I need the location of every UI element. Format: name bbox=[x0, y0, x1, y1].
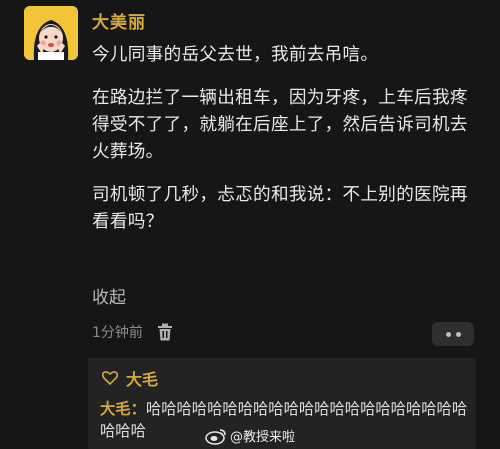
avatar[interactable] bbox=[24, 6, 78, 60]
post-meta: 1分钟前 bbox=[92, 322, 173, 342]
reply-header: 大毛 bbox=[102, 366, 158, 390]
trash-icon[interactable] bbox=[157, 323, 173, 341]
collapse-button[interactable]: 收起 bbox=[92, 283, 126, 308]
post-content: 今儿同事的岳父去世，我前去吊唁。 在路边拦了一辆出租车，因为牙疼，上车后我疼得受… bbox=[92, 42, 484, 252]
post-author-name[interactable]: 大美丽 bbox=[92, 8, 146, 33]
post-timestamp: 1分钟前 bbox=[92, 325, 143, 341]
post-paragraph: 今儿同事的岳父去世，我前去吊唁。 bbox=[92, 45, 379, 65]
reply-author[interactable]: 大毛： bbox=[100, 400, 146, 418]
watermark-text: @教授来啦 bbox=[230, 430, 296, 445]
post-paragraph: 在路边拦了一辆出租车，因为牙疼，上车后我疼得受不了了，就躺在后座上了，然后告诉司… bbox=[92, 88, 468, 162]
post-paragraph: 司机顿了几秒，忐忑的和我说：不上别的医院再看看吗？ bbox=[92, 185, 468, 232]
more-options-button[interactable] bbox=[432, 322, 474, 346]
reply-header-name[interactable]: 大毛 bbox=[126, 366, 158, 390]
weibo-logo-icon bbox=[205, 427, 227, 445]
watermark: @教授来啦 bbox=[205, 426, 295, 445]
more-dots-icon bbox=[445, 331, 451, 337]
heart-outline-icon bbox=[102, 371, 118, 385]
